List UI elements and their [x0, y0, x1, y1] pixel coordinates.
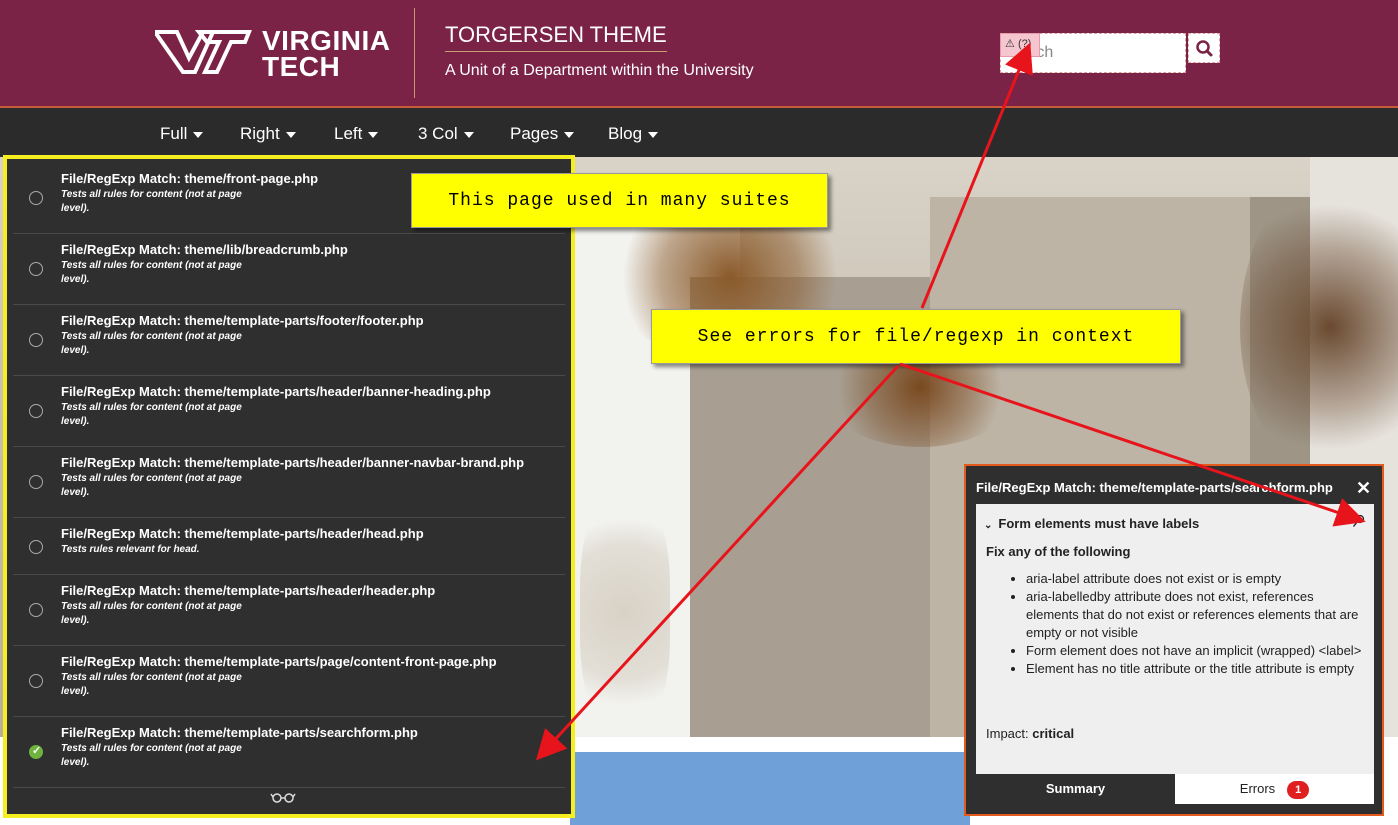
glasses-icon[interactable] [270, 790, 296, 804]
chevron-down-icon: ⌄ [984, 520, 993, 531]
panel-footer [7, 790, 559, 814]
suite-list: File/RegExp Match: theme/front-page.php … [13, 163, 565, 788]
impact-row: Impact: critical [986, 726, 1074, 741]
radio-button[interactable] [29, 333, 43, 347]
nav-item-left[interactable]: Left [334, 124, 379, 144]
caret-down-icon [368, 131, 379, 138]
suite-list-item[interactable]: File/RegExp Match: theme/template-parts/… [13, 518, 565, 575]
radio-button-checked[interactable] [29, 744, 43, 759]
panel-title: File/RegExp Match: theme/template-parts/… [976, 480, 1333, 495]
nav-item-blog[interactable]: Blog [608, 124, 659, 144]
fix-list: aria-label attribute does not exist or i… [986, 570, 1366, 678]
radio-button[interactable] [29, 404, 43, 418]
suite-list-item[interactable]: File/RegExp Match: theme/template-parts/… [13, 447, 565, 518]
highlight-magnifier-icon[interactable] [1352, 514, 1366, 531]
tab-errors[interactable]: Errors 1 [1175, 774, 1374, 804]
logo-wordmark[interactable]: VIRGINIA TECH [262, 27, 390, 82]
radio-button[interactable] [29, 674, 43, 688]
suite-list-item[interactable]: File/RegExp Match: theme/template-parts/… [13, 575, 565, 646]
nav-item-full[interactable]: Full [160, 124, 204, 144]
nav-item-pages[interactable]: Pages [510, 124, 575, 144]
suite-list-item[interactable]: File/RegExp Match: theme/template-parts/… [13, 305, 565, 376]
impact-label: Impact: [986, 726, 1029, 741]
logo-line-2: TECH [262, 51, 341, 82]
fix-item: Form element does not have an implicit (… [1026, 642, 1366, 660]
suite-list-item[interactable]: File/RegExp Match: theme/template-parts/… [13, 376, 565, 447]
suite-list-item-selected[interactable]: File/RegExp Match: theme/template-parts/… [13, 717, 565, 788]
nav-item-3col[interactable]: 3 Col [418, 124, 474, 144]
caret-down-icon [285, 131, 296, 138]
nav-item-right[interactable]: Right [240, 124, 296, 144]
main-nav: Full Right Left 3 Col Pages Blog [0, 108, 1398, 157]
close-icon[interactable]: ✕ [1356, 478, 1371, 499]
rule-heading[interactable]: ⌄ Form elements must have labels [984, 516, 1199, 531]
fix-item: aria-label attribute does not exist or i… [1026, 570, 1366, 588]
radio-button[interactable] [29, 540, 43, 554]
fix-item: Element has no title attribute or the ti… [1026, 660, 1366, 678]
caret-down-icon [648, 131, 659, 138]
suite-list-item[interactable]: File/RegExp Match: theme/template-parts/… [13, 646, 565, 717]
hero-statue [580, 487, 670, 737]
warning-icon: ⚠ [1005, 38, 1015, 50]
error-count-badge: 1 [1287, 780, 1310, 799]
tab-errors-label: Errors [1239, 781, 1276, 796]
fix-heading: Fix any of the following [986, 544, 1131, 559]
warning-label: (?) [1017, 38, 1032, 50]
panel-body: ⌄ Form elements must have labels Fix any … [976, 504, 1374, 774]
suite-list-item[interactable]: File/RegExp Match: theme/lib/breadcrumb.… [13, 234, 565, 305]
callout-context: See errors for file/regexp in context [651, 309, 1181, 364]
site-header: VIRGINIA TECH TORGERSEN THEME A Unit of … [0, 0, 1398, 108]
fix-item: aria-labelledby attribute does not exist… [1026, 588, 1366, 642]
below-hero-image [570, 752, 970, 825]
search-icon [1196, 40, 1213, 57]
radio-button[interactable] [29, 191, 43, 205]
impact-value: critical [1032, 726, 1075, 741]
caret-down-icon [193, 131, 204, 138]
callout-suites: This page used in many suites [411, 173, 828, 228]
site-subtitle: A Unit of a Department within the Univer… [445, 62, 754, 79]
search-button[interactable] [1188, 33, 1220, 63]
panel-tabs: Summary Errors 1 [976, 774, 1374, 804]
caret-down-icon [463, 131, 474, 138]
caret-down-icon [564, 131, 575, 138]
site-title[interactable]: TORGERSEN THEME [445, 22, 667, 52]
header-divider [414, 8, 415, 98]
error-detail-panel: File/RegExp Match: theme/template-parts/… [964, 464, 1384, 816]
radio-button[interactable] [29, 603, 43, 617]
tab-summary[interactable]: Summary [976, 774, 1175, 804]
accessibility-warning-badge[interactable]: ⚠ (?) [1000, 33, 1040, 57]
radio-button[interactable] [29, 262, 43, 276]
radio-button[interactable] [29, 475, 43, 489]
suite-list-panel: File/RegExp Match: theme/front-page.php … [3, 155, 575, 818]
